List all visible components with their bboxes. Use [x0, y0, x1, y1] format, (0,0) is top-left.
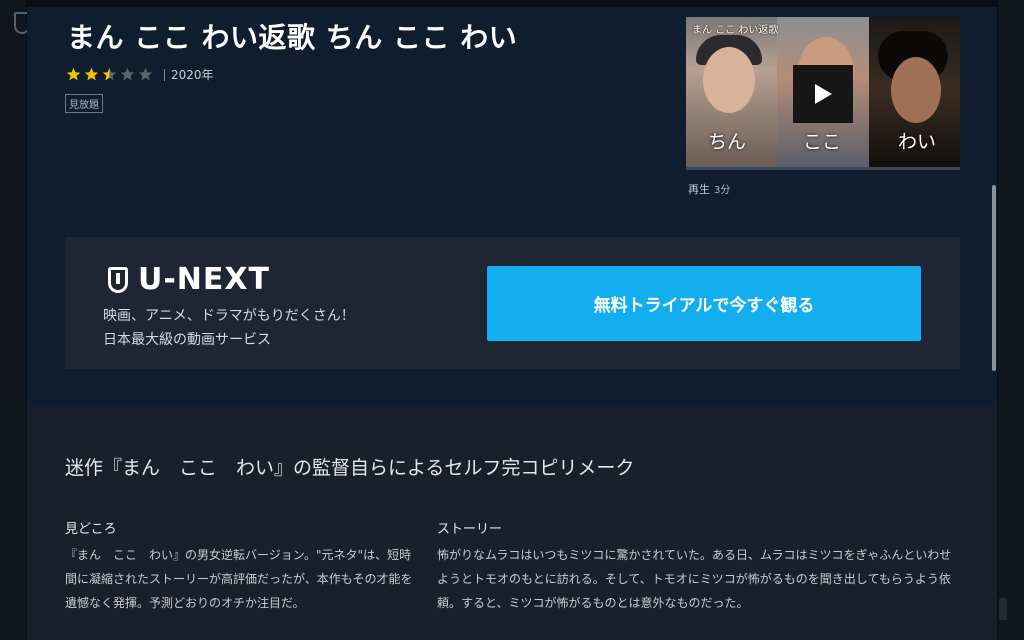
promo-tagline-1: 映画、アニメ、ドラマがもりだくさん！	[103, 308, 355, 324]
modal-header-section: 2020年 見放題 まん ここ わい返歌 ちん ここ わい 再生 3分 U-NE…	[27, 7, 997, 407]
trailer-meta: 再生 3分	[688, 181, 730, 197]
story-heading: ストーリー	[437, 522, 503, 537]
backdrop-right-column	[998, 0, 1024, 640]
star-rating	[66, 67, 156, 82]
modal-scrollbar[interactable]	[992, 185, 996, 371]
title-detail-modal: 2020年 見放題 まん ここ わい返歌 ちん ここ わい 再生 3分 U-NE…	[27, 7, 997, 640]
star-icon	[102, 67, 117, 81]
trailer-duration: 3分	[714, 185, 731, 196]
promo-tagline-2: 日本最大級の動画サービス	[103, 332, 271, 348]
star-icon	[84, 67, 99, 81]
unext-mark-icon	[108, 266, 128, 293]
description-section: 迷作『まん ここ わい』の監督自らによるセルフ完コピリメーク 見どころ ストーリ…	[27, 407, 997, 640]
play-label: 再生	[688, 183, 710, 196]
trailer-caption: まん ここ わい返歌	[692, 25, 779, 36]
highlights-text: 『まん ここ わい』の男女逆転バージョン。"元ネタ"は、短時間に凝縮されたストー…	[65, 548, 413, 610]
unext-logo: U-NEXT	[108, 262, 270, 297]
free-trial-button[interactable]: 無料トライアルで今すぐ観る	[487, 266, 921, 341]
rating-row: 2020年	[66, 66, 214, 83]
play-icon	[815, 84, 832, 104]
panel-face-1	[703, 47, 755, 113]
star-icon	[66, 67, 81, 81]
backdrop-left-column	[0, 0, 26, 640]
unext-promo-banner: U-NEXT 映画、アニメ、ドラマがもりだくさん！ 日本最大級の動画サービス 無…	[65, 237, 960, 369]
side-scroll-handle[interactable]	[999, 598, 1007, 620]
page-title: まん ここ わい返歌 ちん ここ わい	[67, 21, 518, 54]
panel-label-1: ちん	[708, 131, 747, 153]
star-icon	[138, 67, 153, 81]
panel-label-3: わい	[898, 131, 937, 153]
catchphrase: 迷作『まん ここ わい』の監督自らによるセルフ完コピリメーク	[65, 457, 635, 479]
panel-label-2: ここ	[803, 131, 842, 153]
rating-divider	[164, 68, 165, 81]
release-year: 2020年	[171, 68, 214, 82]
trailer-progress-track	[686, 167, 960, 170]
unext-wordmark: U-NEXT	[138, 262, 271, 297]
play-button[interactable]	[793, 65, 853, 123]
panel-face-3	[891, 57, 941, 123]
trailer-thumbnail[interactable]: まん ここ わい返歌 ちん ここ わい	[686, 17, 960, 170]
star-icon	[120, 67, 135, 81]
story-text: 怖がりなムラコはいつもミツコに驚かされていた。ある日、ムラコはミツコをぎゃふんと…	[437, 548, 952, 610]
availability-badge: 見放題	[65, 94, 103, 113]
highlights-heading: 見どころ	[65, 522, 117, 537]
